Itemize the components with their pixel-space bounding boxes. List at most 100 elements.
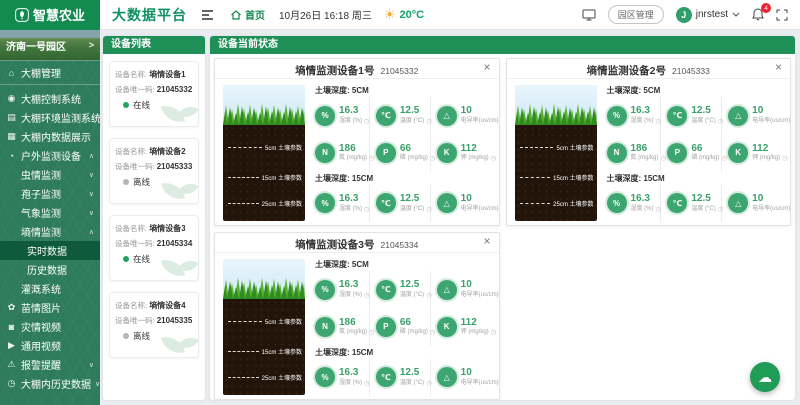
weather-widget: ☀ 20°C: [384, 8, 424, 21]
greenhouse-icon: ⌂: [6, 68, 17, 78]
collapse-menu-icon[interactable]: [201, 10, 214, 20]
sidebar-item-soil-moisture-monitoring[interactable]: 墒情监测∧: [0, 222, 100, 241]
temperature-icon: ℃: [376, 367, 396, 387]
chevron-down-icon: ∨: [89, 361, 94, 369]
park-selector[interactable]: 济南一号园区 >: [0, 30, 100, 60]
sidebar-item-realtime-data[interactable]: 实时数据: [0, 241, 100, 260]
metric-conductivity: △10电导率(us/cm)◷: [431, 271, 491, 308]
chevron-down-icon: ∨: [89, 171, 94, 179]
history-icon[interactable]: ◷: [491, 155, 497, 163]
sidebar-item-outdoor-devices[interactable]: ◔户外监测设备∧: [0, 146, 100, 165]
history-icon[interactable]: ◷: [656, 206, 662, 214]
sidebar-item-insect-monitoring[interactable]: 虫情监测∨: [0, 165, 100, 184]
conductivity-icon: △: [437, 280, 457, 300]
conductivity-icon: △: [437, 193, 457, 213]
soil-depth-label: 土壤深度: 5CM: [315, 84, 491, 97]
device-name-label: 设备名称:: [115, 147, 147, 156]
device-status-panel-1: 墒情监测设备1号 21045332 × 5cm 土壤参数 15cm 土壤参数 2…: [214, 58, 500, 226]
nav-home[interactable]: 首页: [230, 7, 265, 22]
status-dot: [123, 179, 129, 185]
humidity-icon: %: [607, 106, 627, 126]
metric-temperature: ℃12.5温度 (°C)◷: [661, 185, 722, 222]
sidebar-item-irrigation-system[interactable]: 灌溉系统: [0, 279, 100, 298]
sidebar-item-weather-monitoring[interactable]: 气象监测∨: [0, 203, 100, 222]
cloud-upload-button[interactable]: ☁: [750, 362, 780, 392]
close-icon[interactable]: ×: [775, 61, 782, 73]
metric-phosphorus: P66磷 (mg/kg)◷: [661, 134, 722, 171]
chevron-down-icon: ∨: [89, 209, 94, 217]
metric-conductivity: △10电导率(us/cm)◷: [722, 97, 782, 134]
soil-profile-image: 5cm 土壤参数 15cm 土壤参数 25cm 土壤参数: [515, 85, 597, 221]
metric-potassium: K112钾 (mg/kg)◷: [431, 308, 491, 345]
sidebar-item-greenhouse-data-display[interactable]: ▦大棚内数据展示: [0, 127, 100, 146]
status-text: 在线: [133, 99, 150, 111]
close-icon[interactable]: ×: [483, 61, 490, 73]
top-bar: 智慧农业 大数据平台 首页 10月26日 16:18 周三 ☀ 20°C 园区管…: [0, 0, 800, 30]
sidebar-item-environment-monitoring[interactable]: ▤大棚环境监测系统: [0, 108, 100, 127]
soil-profile-image: 5cm 土壤参数 15cm 土壤参数 25cm 土壤参数: [223, 85, 305, 221]
depth-marker: 25cm 土壤参数: [520, 199, 594, 208]
history-icon[interactable]: ◷: [782, 155, 788, 163]
conductivity-icon: △: [437, 367, 457, 387]
history-icon[interactable]: ◷: [491, 329, 497, 337]
data-display-icon: ▦: [6, 131, 17, 142]
sidebar-item-greenhouse-control[interactable]: ◉大棚控制系统: [0, 89, 100, 108]
chevron-up-icon: ∧: [89, 228, 94, 236]
sidebar-item-disaster-video[interactable]: ◙灾情视频: [0, 317, 100, 336]
leaf-logo-icon: [15, 8, 29, 22]
humidity-icon: %: [315, 193, 335, 213]
device-code: 21045334: [157, 239, 193, 248]
device-status-panel-2: 墒情监测设备2号 21045333 × 5cm 土壤参数 15cm 土壤参数 2…: [506, 58, 792, 226]
metric-phosphorus: P66磷 (mg/kg)◷: [370, 134, 431, 171]
monitor-icon[interactable]: [582, 9, 596, 21]
device-code: 21045332: [157, 85, 193, 94]
device-card-1[interactable]: 设备名称: 墒情设备1 设备唯一码: 21045332 在线: [109, 61, 199, 127]
sun-icon: ☀: [384, 8, 396, 21]
history-icon[interactable]: ◷: [364, 118, 370, 126]
depth-marker: 5cm 土壤参数: [520, 143, 594, 152]
history-icon[interactable]: ◷: [364, 380, 370, 388]
park-name: 济南一号园区: [6, 38, 66, 53]
sidebar-item-general-video[interactable]: ▶通用视频: [0, 336, 100, 355]
notifications-bell[interactable]: 4: [752, 8, 764, 21]
sidebar-item-history-data[interactable]: 历史数据: [0, 260, 100, 279]
device-card-3[interactable]: 设备名称: 墒情设备3 设备唯一码: 21045334 在线: [109, 215, 199, 281]
sidebar: 济南一号园区 > ⌂大棚管理 ◉大棚控制系统 ▤大棚环境监测系统 ▦大棚内数据展…: [0, 30, 100, 405]
device-code-label: 设备唯一码:: [115, 85, 155, 94]
device-name-label: 设备名称:: [115, 70, 147, 79]
device-name: 墒情设备1: [149, 70, 185, 79]
user-menu[interactable]: J jnrstest: [676, 7, 740, 23]
close-icon[interactable]: ×: [483, 235, 490, 247]
camera-icon: ◙: [6, 322, 17, 332]
nitrogen-icon: N: [315, 143, 335, 163]
panel-device-code: 21045332: [381, 66, 419, 76]
temperature-icon: ℃: [667, 193, 687, 213]
sidebar-item-greenhouse-history-data[interactable]: ◷大棚内历史数据∨: [0, 374, 100, 393]
history-icon[interactable]: ◷: [364, 292, 370, 300]
history-icon[interactable]: ◷: [656, 118, 662, 126]
sidebar-item-spore-monitoring[interactable]: 孢子监测∨: [0, 184, 100, 203]
park-manage-button[interactable]: 园区管理: [608, 5, 664, 24]
sidebar-item-alarm-reminder[interactable]: ⚠报警提醒∨: [0, 355, 100, 374]
soil-depth-label: 土壤深度: 5CM: [315, 258, 491, 271]
depth-marker: 25cm 土壤参数: [228, 373, 302, 382]
sidebar-item-greenhouse-management[interactable]: ⌂大棚管理: [0, 60, 100, 85]
device-card-2[interactable]: 设备名称: 墒情设备2 设备唯一码: 21045333 离线: [109, 138, 199, 204]
potassium-icon: K: [437, 143, 457, 163]
temperature-text: 20°C: [399, 9, 424, 21]
sidebar-item-seedling-photos[interactable]: ✿苗情图片: [0, 298, 100, 317]
status-dot: [123, 102, 129, 108]
status-text: 离线: [133, 176, 150, 188]
history-icon[interactable]: ◷: [364, 206, 370, 214]
device-card-4[interactable]: 设备名称: 墒情设备4 设备唯一码: 21045335 离线: [109, 292, 199, 358]
metric-humidity: %16.3湿度 (%)◷: [607, 185, 662, 222]
panel-device-code: 21045334: [381, 240, 419, 250]
soil-profile-image: 5cm 土壤参数 15cm 土壤参数 25cm 土壤参数: [223, 259, 305, 395]
depth-marker: 15cm 土壤参数: [228, 347, 302, 356]
device-list-title: 设备列表: [103, 36, 205, 54]
device-name: 墒情设备3: [149, 224, 185, 233]
status-dot: [123, 256, 129, 262]
fullscreen-icon[interactable]: [776, 9, 788, 21]
phosphorus-icon: P: [376, 317, 396, 337]
metric-temperature: ℃12.5温度 (°C)◷: [370, 185, 431, 222]
